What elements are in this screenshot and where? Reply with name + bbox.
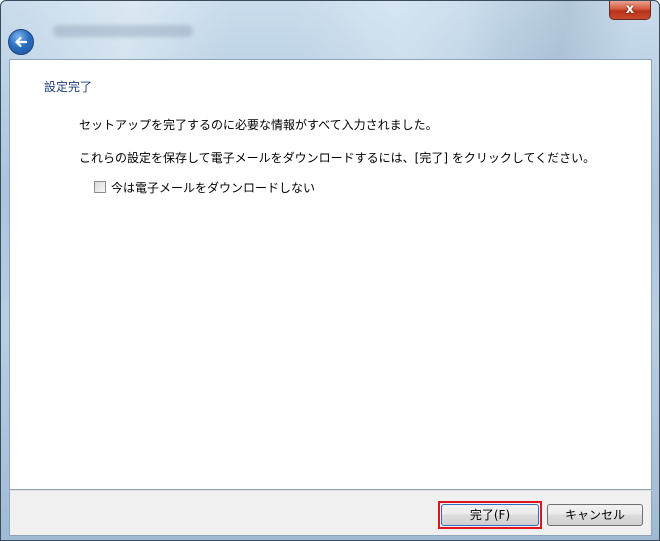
content-panel: 設定完了 セットアップを完了するのに必要な情報がすべて入力されました。 これらの…: [9, 59, 652, 490]
wizard-window: x 設定完了 セットアップを完了するのに必要な情報がすべて入力されました。 これ…: [0, 0, 660, 541]
cancel-button[interactable]: キャンセル: [547, 504, 643, 526]
finish-button[interactable]: 完了(F): [441, 504, 539, 526]
download-later-label[interactable]: 今は電子メールをダウンロードしない: [111, 179, 315, 196]
download-later-checkbox[interactable]: [94, 181, 106, 193]
close-button[interactable]: x: [609, 1, 651, 20]
button-bar: 完了(F) キャンセル: [9, 490, 652, 536]
page-title: 設定完了: [44, 80, 93, 94]
download-later-option[interactable]: 今は電子メールをダウンロードしない: [94, 179, 315, 195]
back-arrow-icon: [15, 36, 28, 48]
back-button[interactable]: [8, 29, 34, 55]
blurred-title: [53, 25, 193, 37]
info-text-instructions: これらの設定を保存して電子メールをダウンロードするには、[完了] をクリックして…: [79, 151, 596, 165]
info-text-complete: セットアップを完了するのに必要な情報がすべて入力されました。: [79, 118, 438, 132]
